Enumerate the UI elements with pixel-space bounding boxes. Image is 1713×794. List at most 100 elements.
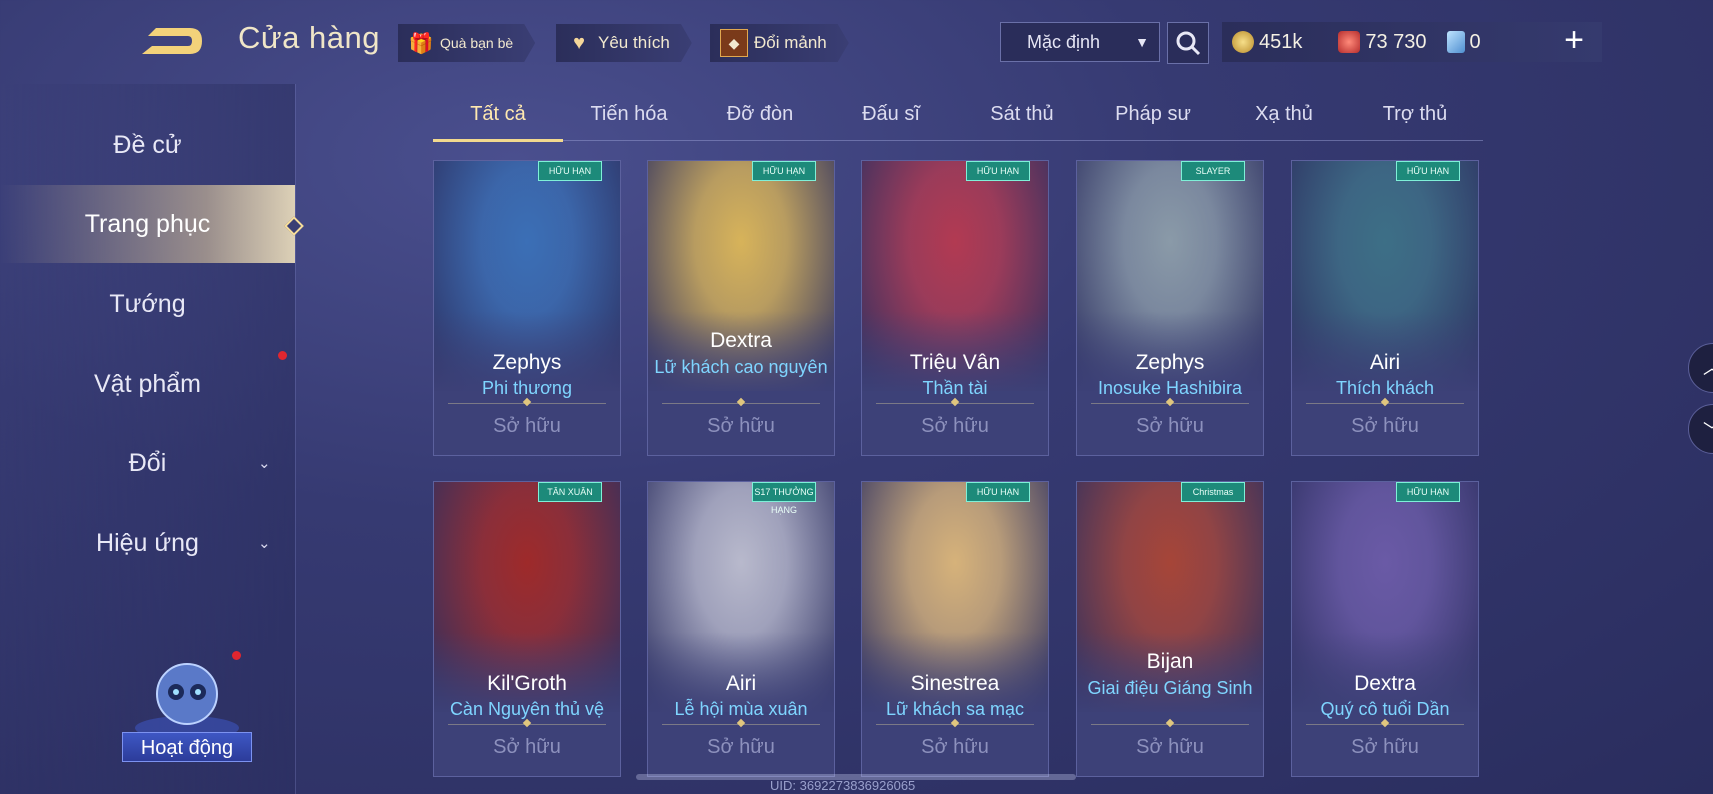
skin-badge: S17 THƯỞNG HẠNG — [752, 482, 816, 515]
exchange-fragment-label: Đổi mảnh — [754, 33, 827, 52]
skin-card[interactable]: SLAYER Zephys Inosuke Hashibira Sở hữu — [1076, 160, 1264, 456]
sidebar-item-label: Đổi — [128, 448, 167, 477]
tab-marksman[interactable]: Xạ thủ — [1219, 92, 1349, 140]
gem-icon — [1446, 31, 1465, 53]
sidebar-item-skins[interactable]: Trang phục — [0, 185, 295, 263]
sidebar-item-heroes[interactable]: Tướng — [0, 274, 295, 334]
owned-status: Sở hữu — [921, 415, 989, 437]
hero-name: Sinestrea — [910, 672, 1000, 695]
skin-name: Lễ hội mùa xuân — [674, 699, 808, 719]
gold-coin-icon — [1232, 31, 1254, 53]
search-button[interactable] — [1167, 22, 1209, 64]
tab-fighter[interactable]: Đấu sĩ — [826, 92, 956, 140]
skin-badge: HỮU HẠN — [752, 161, 816, 181]
exchange-fragment-button[interactable]: ◆ Đổi mảnh — [710, 24, 849, 62]
skin-name: Lữ khách sa mạc — [885, 699, 1025, 719]
gold-counter: 451k — [1232, 31, 1302, 54]
user-id: UID: 3692273836926065 — [770, 778, 916, 793]
skin-badge: HỮU HẠN — [966, 482, 1030, 502]
hero-name: Dextra — [1354, 672, 1416, 695]
chevron-down-icon: ▼ — [1135, 34, 1149, 50]
chevron-down-icon: ⌄ — [258, 455, 271, 472]
activity-label: Hoạt động — [122, 732, 252, 762]
skin-name: Thích khách — [1335, 378, 1435, 398]
scroll-down-button[interactable]: ﹀ — [1688, 404, 1713, 454]
sidebar-item-recommended[interactable]: Đề cử — [0, 115, 295, 175]
voucher-icon — [1338, 31, 1361, 53]
activity-icon — [135, 663, 239, 740]
skin-badge: SLAYER — [1181, 161, 1245, 181]
owned-status: Sở hữu — [1136, 736, 1204, 758]
owned-status: Sở hữu — [493, 736, 561, 758]
tab-mage[interactable]: Pháp sư — [1088, 92, 1218, 140]
skin-card[interactable]: HỮU HẠN Dextra Lữ khách cao nguyên Sở hữu — [647, 160, 835, 456]
owned-status: Sở hữu — [1351, 736, 1419, 758]
hero-name: Zephys — [1135, 351, 1205, 374]
back-arrow-icon — [142, 28, 202, 54]
plus-icon: + — [1564, 21, 1584, 59]
owned-status: Sở hữu — [707, 415, 775, 437]
search-icon — [1176, 31, 1201, 56]
hero-name: Airi — [1369, 351, 1401, 374]
hero-name: Airi — [725, 672, 757, 695]
heart-icon: ♥ — [573, 31, 585, 54]
gold-amount: 451k — [1259, 30, 1303, 53]
skin-badge: Christmas — [1181, 482, 1245, 502]
activity-button[interactable]: Hoạt động — [122, 652, 252, 762]
favorite-label: Yêu thích — [598, 33, 670, 52]
hero-name: Triệu Vân — [909, 351, 1001, 374]
chevron-down-icon: ﹀ — [1703, 417, 1713, 443]
skin-name: Thần tài — [922, 378, 988, 398]
skin-badge: HỮU HẠN — [1396, 161, 1460, 181]
tab-all[interactable]: Tất cả — [433, 92, 563, 142]
skin-card[interactable]: HỮU HẠN Dextra Quý cô tuổi Dần Sở hữu — [1291, 481, 1479, 777]
sort-label: Mặc định — [1027, 31, 1101, 52]
skin-card[interactable]: S17 THƯỞNG HẠNG Airi Lễ hội mùa xuân Sở hữu — [647, 481, 835, 777]
owned-status: Sở hữu — [1136, 415, 1204, 437]
skin-card[interactable]: HỮU HẠN Sinestrea Lữ khách sa mạc Sở hữu — [861, 481, 1049, 777]
skin-name: Quý cô tuổi Dần — [1320, 699, 1450, 719]
sort-dropdown[interactable]: Mặc định ▼ — [1000, 22, 1160, 62]
friend-gift-button[interactable]: 🎁 Quà bạn bè — [398, 24, 536, 62]
hero-name: Bijan — [1146, 650, 1194, 673]
owned-status: Sở hữu — [921, 736, 989, 758]
skin-name: Phi thương — [482, 378, 572, 398]
sidebar-item-effects[interactable]: Hiệu ứng ⌄ — [0, 513, 295, 573]
chevron-down-icon: ⌄ — [258, 535, 271, 552]
skin-name: Inosuke Hashibira — [1097, 378, 1243, 398]
page-title: Cửa hàng — [238, 20, 380, 55]
sidebar-item-label: Vật phẩm — [93, 369, 201, 398]
category-tabs: Tất cả Tiến hóa Đỡ đòn Đấu sĩ Sát thủ Ph… — [433, 92, 1483, 142]
add-currency-button[interactable]: + — [1556, 21, 1592, 60]
skin-name: Giai điệu Giáng Sinh — [1087, 678, 1253, 698]
back-button[interactable] — [138, 22, 208, 60]
tab-evolution[interactable]: Tiến hóa — [564, 92, 694, 140]
favorite-button[interactable]: ♥ Yêu thích — [556, 24, 692, 62]
skin-card[interactable]: HỮU HẠN Airi Thích khách Sở hữu — [1291, 160, 1479, 456]
tab-assassin[interactable]: Sát thủ — [957, 92, 1087, 140]
gem-counter: 0 — [1446, 30, 1481, 54]
chevron-up-icon: ︿ — [1703, 354, 1713, 380]
owned-status: Sở hữu — [707, 736, 775, 758]
friend-gift-label: Quà bạn bè — [440, 35, 514, 51]
skin-card[interactable]: TÂN XUÂN Kil'Groth Càn Nguyên thủ vệ Sở hữu — [433, 481, 621, 777]
gem-amount: 0 — [1469, 30, 1481, 53]
skin-card[interactable]: Christmas Bijan Giai điệu Giáng Sinh Sở hữu — [1076, 481, 1264, 777]
tab-tank[interactable]: Đỡ đòn — [695, 92, 825, 140]
sidebar-item-label: Hiệu ứng — [96, 528, 199, 557]
sidebar-item-label: Đề cử — [113, 130, 182, 159]
top-bar: Cửa hàng 🎁 Quà bạn bè ♥ Yêu thích ◆ Đổi … — [0, 0, 1713, 84]
hero-name: Dextra — [710, 329, 772, 352]
fragment-icon: ◆ — [720, 29, 748, 57]
tab-support[interactable]: Trợ thủ — [1350, 92, 1480, 140]
scroll-up-button[interactable]: ︿ — [1688, 343, 1713, 393]
skin-card[interactable]: HỮU HẠN Zephys Phi thương Sở hữu — [433, 160, 621, 456]
skin-card[interactable]: HỮU HẠN Triệu Vân Thần tài Sở hữu — [861, 160, 1049, 456]
skin-badge: HỮU HẠN — [538, 161, 602, 181]
currency-bar: 451k 73 730 0 — [1222, 22, 1602, 62]
owned-status: Sở hữu — [493, 415, 561, 437]
sidebar-item-items[interactable]: Vật phẩm — [0, 354, 295, 414]
hero-name: Zephys — [492, 351, 562, 374]
sidebar-item-exchange[interactable]: Đổi ⌄ — [0, 433, 295, 493]
skin-badge: TÂN XUÂN — [538, 482, 602, 502]
